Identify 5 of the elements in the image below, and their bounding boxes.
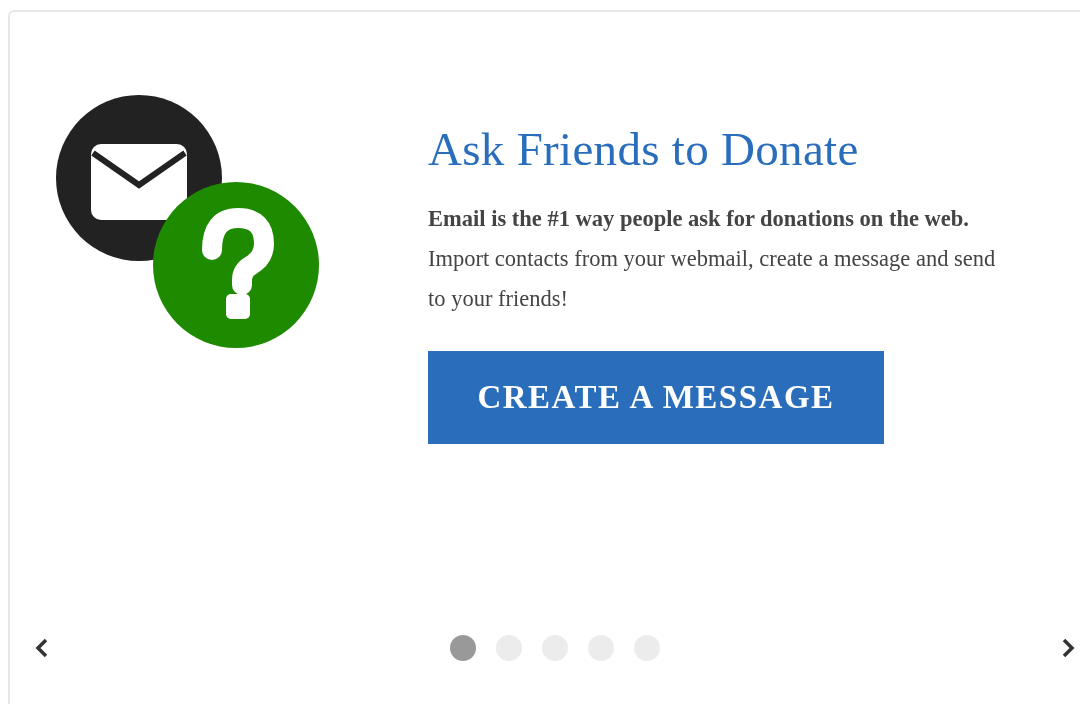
slide-description: Email is the #1 way people ask for donations on the web. Import contacts from your webmail, create a message and send to your friends! (428, 205, 997, 313)
pager-dot[interactable] (450, 635, 476, 661)
email-question-icon (56, 95, 320, 349)
slide-title: Ask Friends to Donate (428, 122, 860, 177)
create-message-button[interactable]: CREATE A MESSAGE (428, 351, 884, 444)
